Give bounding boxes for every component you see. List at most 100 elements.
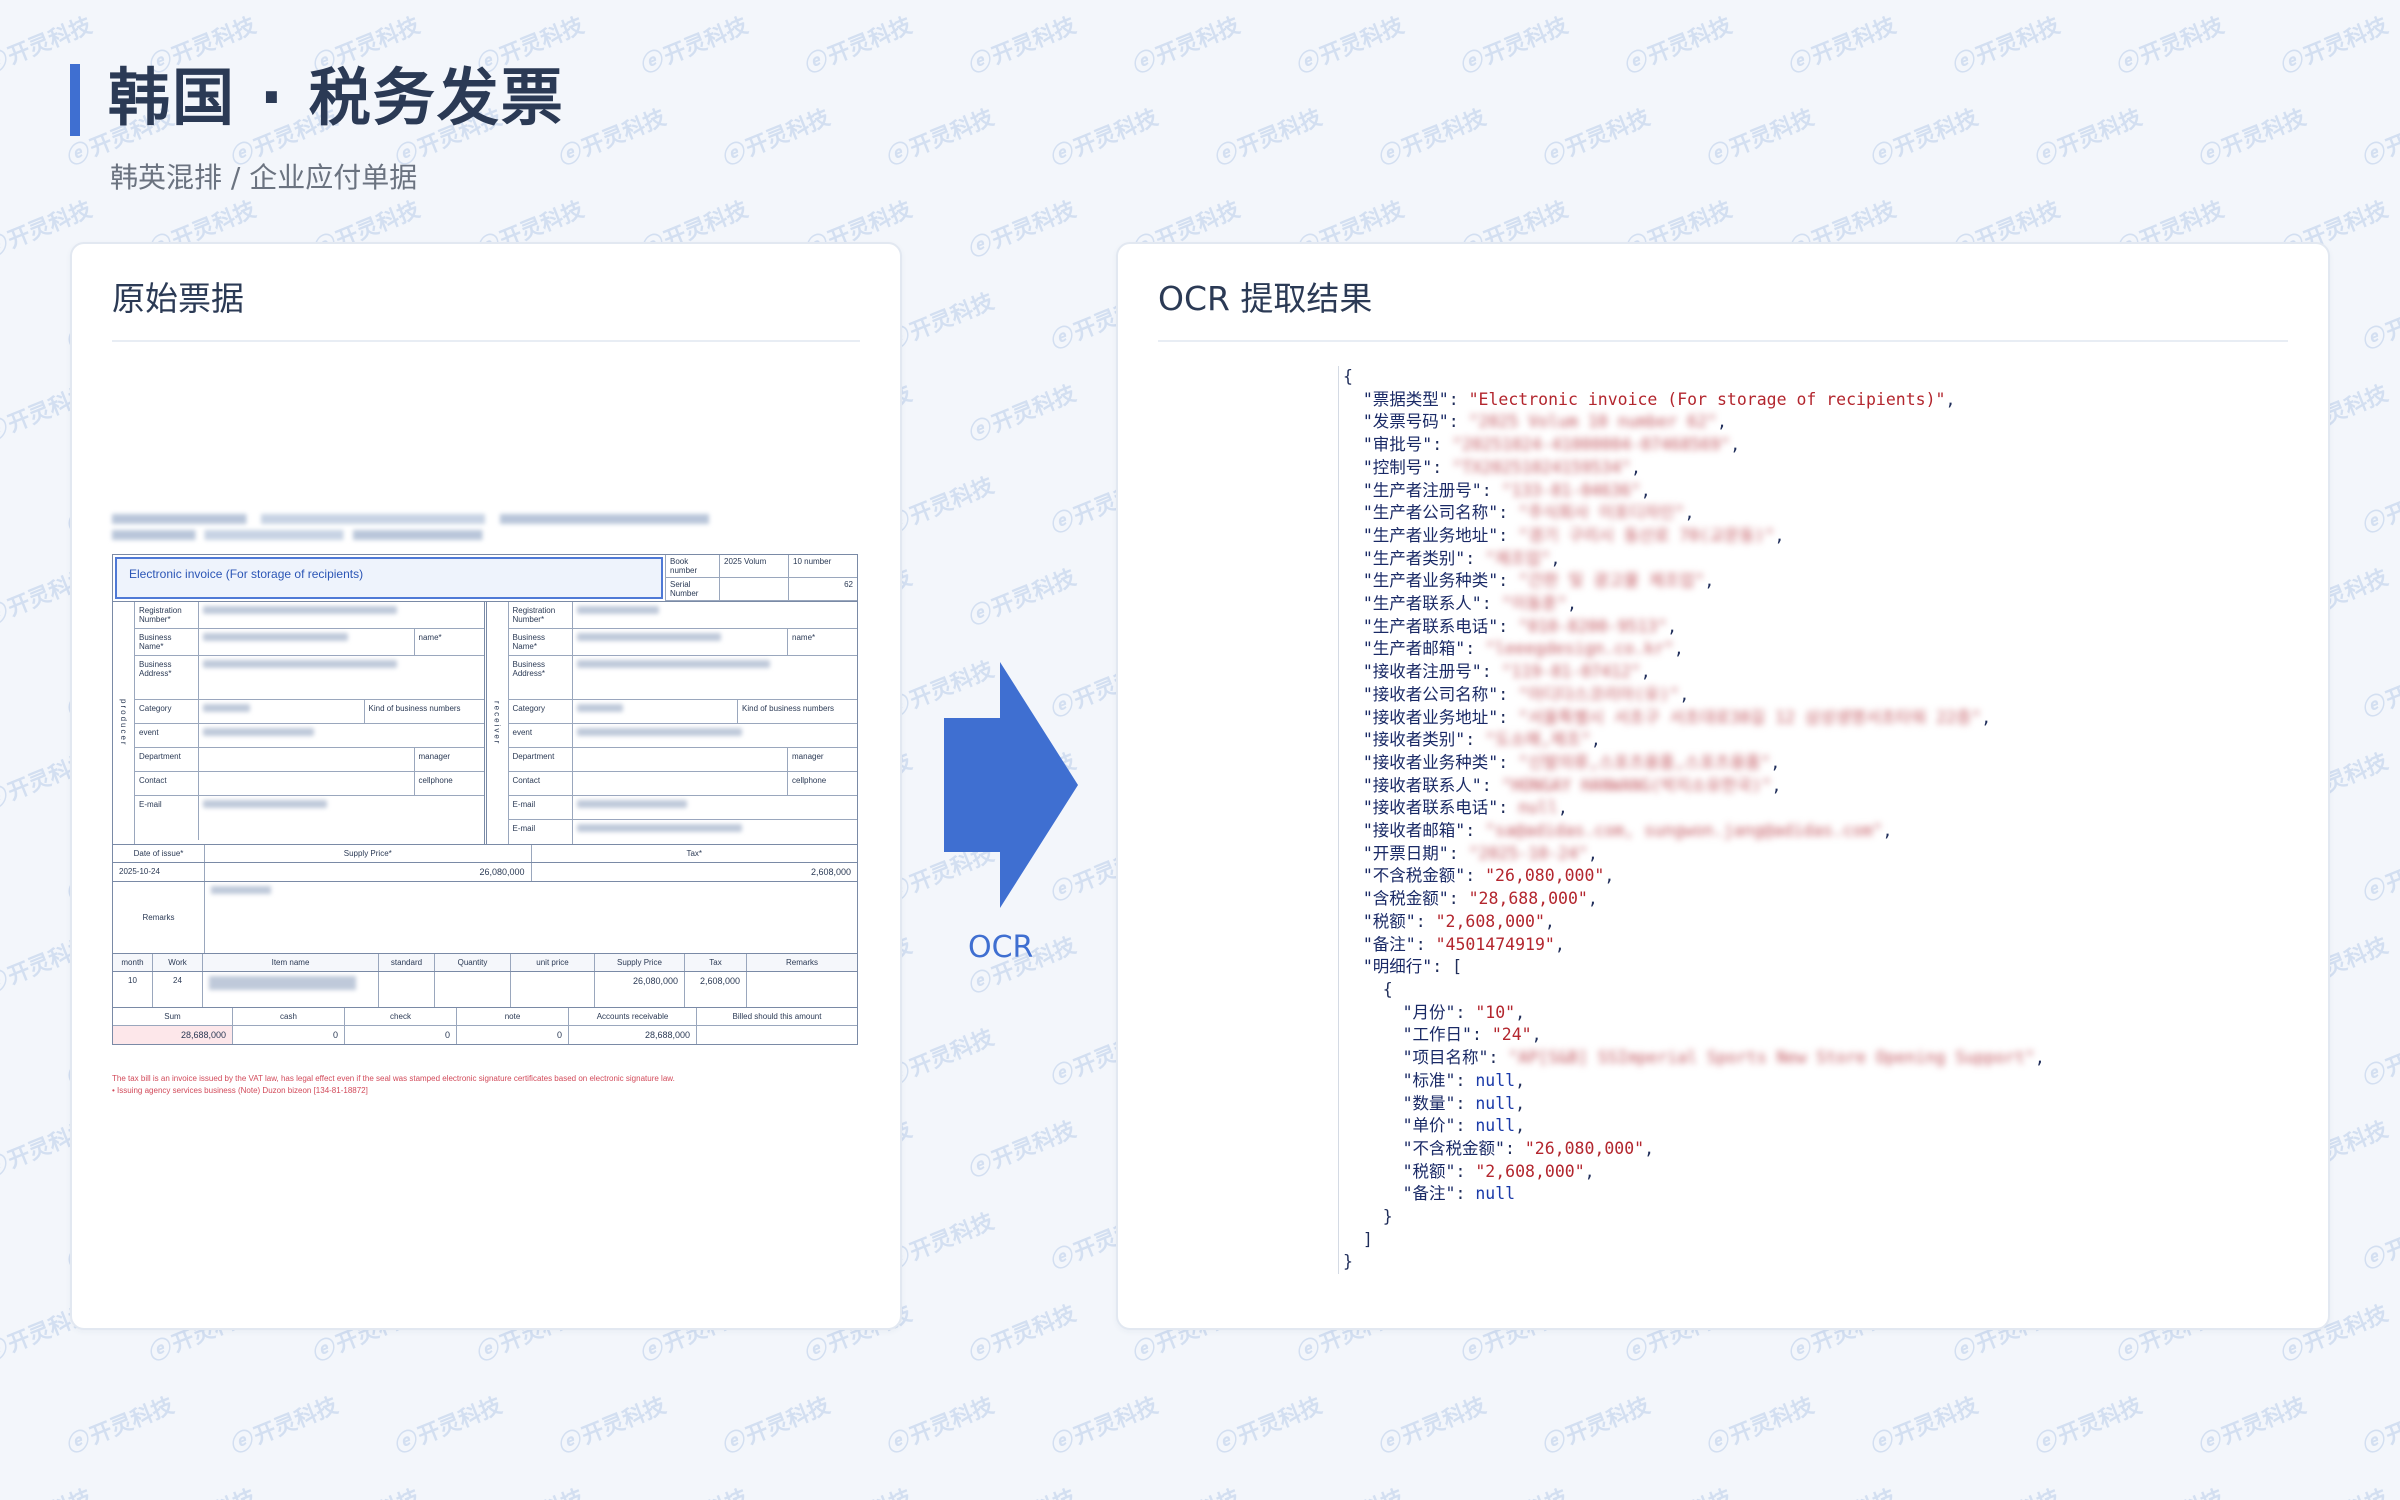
json-key: "生产者邮箱" (1362, 639, 1466, 659)
json-key: "备注" (1362, 934, 1416, 954)
json-key: "单价" (1402, 1116, 1456, 1136)
label: E-mail (509, 820, 573, 844)
label: Item name (203, 954, 379, 971)
json-value: null (1475, 1093, 1516, 1113)
code-line: "接收者注册号": "119-81-07412", (1362, 662, 1651, 682)
watermark: ⓔ开灵科技 (1292, 13, 1408, 80)
json-value: "leeegdesign.co.kr" (1485, 639, 1674, 659)
json-value: "AP[S&B] SSImperial Sports New Store Ope… (1508, 1048, 2035, 1068)
watermark: ⓔ开灵科技 (1618, 1480, 1736, 1500)
code-line: "接收者类别": "도소매,제조", (1362, 730, 1601, 750)
invoice-image: Electronic invoice (For storage of recip… (112, 508, 858, 1097)
json-key: "接收者邮箱" (1362, 821, 1466, 841)
code-line: "项目名称": "AP[S&B] SSImperial Sports New S… (1402, 1048, 2045, 1068)
label: event (135, 724, 199, 747)
json-key: "不含税金额" (1402, 1138, 1505, 1158)
json-value: "20251024-41000004-07468569" (1452, 435, 1731, 455)
invoice-tax: 2,608,000 (810, 867, 851, 877)
watermark: ⓔ开灵科技 (306, 1480, 424, 1500)
code-line: ] (1362, 1229, 1373, 1249)
label: Date of issue* (113, 845, 205, 862)
total-note: 0 (457, 1026, 569, 1044)
json-key: "生产者类别" (1362, 548, 1466, 568)
json-value: null (1475, 1070, 1516, 1090)
ocr-json-output: { "票据类型": "Electronic invoice (For stora… (1338, 366, 2045, 1275)
watermark: ⓔ开灵科技 (2358, 105, 2400, 172)
label: Billed should this amount (732, 1012, 822, 1021)
watermark: ⓔ开灵科技 (718, 105, 834, 172)
json-key: "含税金额" (1362, 889, 1449, 909)
code-line: "标准": null, (1402, 1070, 1526, 1090)
page-title: 韩国 · 税务发票 (108, 61, 565, 134)
code-line: "生产者公司名称": "주식회사 이포디자인", (1362, 503, 1695, 523)
json-value: "2025 Volum 10 number 62" (1468, 412, 1717, 432)
total-check: 0 (345, 1026, 457, 1044)
producer-side-label: producer (113, 602, 135, 844)
code-line: "接收者业务种类": "신발의류,스포츠용품,스포츠용품", (1362, 752, 1781, 772)
label: month (113, 954, 153, 971)
watermark: ⓔ开灵科技 (1046, 1393, 1162, 1460)
code-line: } (1343, 1252, 1353, 1272)
invoice-date: 2025-10-24 (113, 863, 205, 881)
watermark: ⓔ开灵科技 (882, 1393, 998, 1460)
label: Accounts receivable (569, 1008, 697, 1025)
watermark: ⓔ开灵科技 (2358, 1209, 2400, 1276)
code-line: "月份": "10", (1402, 1002, 1526, 1022)
serial-number-label: Serial Number (665, 578, 719, 601)
json-value: "신발의류,스포츠용품,스포츠용품" (1518, 752, 1771, 772)
code-line: "含税金额": "28,688,000", (1362, 889, 1598, 909)
code-line: "备注": "4501474919", (1362, 934, 1565, 954)
label: Department (509, 748, 573, 771)
watermark: ⓔ开灵科技 (2358, 657, 2400, 724)
json-value: "010-8200-9513" (1518, 616, 1668, 636)
code-line: "税额": "2,608,000", (1402, 1161, 1595, 1181)
json-key: "月份" (1402, 1002, 1456, 1022)
watermark: ⓔ开灵科技 (1374, 105, 1490, 172)
watermark: ⓔ开灵科技 (390, 1393, 506, 1460)
json-key: "接收者联系电话" (1362, 798, 1499, 818)
json-key: "票据类型" (1362, 389, 1449, 409)
code-line: "不含税金额": "26,080,000", (1402, 1138, 1655, 1158)
watermark: ⓔ开灵科技 (2030, 1393, 2146, 1460)
json-key: "控制号" (1362, 457, 1433, 477)
label: Business Address* (509, 656, 573, 699)
receiver-block: receiver Registration Number* Business N… (483, 602, 857, 844)
json-key: "接收者注册号" (1362, 662, 1482, 682)
invoice-approval-line (112, 530, 575, 540)
watermark: ⓔ开灵科技 (2030, 105, 2146, 172)
json-key: "标准" (1402, 1070, 1456, 1090)
watermark: ⓔ开灵科技 (882, 105, 998, 172)
code-line: "明细行": [ (1362, 957, 1463, 977)
json-value: "Electronic invoice (For storage of reci… (1468, 389, 1946, 409)
watermark: ⓔ开灵科技 (142, 1480, 260, 1500)
json-key: "生产者注册号" (1362, 480, 1482, 500)
label: note (457, 1008, 569, 1025)
code-line: "接收者邮箱": "sa@adidas.com, sungwon.jang@ad… (1362, 821, 1893, 841)
line-tax: 2,608,000 (685, 972, 747, 1007)
watermark: ⓔ开灵科技 (1454, 1480, 1572, 1500)
json-key: "生产者公司名称" (1362, 503, 1499, 523)
arrow-right-icon (944, 662, 1078, 908)
json-value: "간판 및 광고물 제조업" (1518, 571, 1705, 591)
code-line: "开票日期": "2025-10-24", (1362, 843, 1598, 863)
label: Contact (135, 772, 199, 795)
json-key: "发票号码" (1362, 412, 1449, 432)
watermark: ⓔ开灵科技 (226, 1393, 342, 1460)
json-key: "接收者业务种类" (1362, 752, 1499, 772)
code-line: "数量": null, (1402, 1093, 1526, 1113)
watermark: ⓔ开灵科技 (1782, 1480, 1900, 1500)
watermark: ⓔ开灵科技 (2194, 1393, 2310, 1460)
line-work: 24 (153, 972, 203, 1007)
code-line: "接收者联系电话": null, (1362, 798, 1568, 818)
footnote-line: The tax bill is an invoice issued by the… (112, 1074, 675, 1083)
label: name* (413, 629, 484, 655)
label: Supply Price (595, 954, 685, 971)
watermark: ⓔ开灵科技 (2358, 1025, 2400, 1092)
json-key: "生产者业务地址" (1362, 525, 1499, 545)
label: cellphone (413, 772, 484, 795)
label: Work (153, 954, 203, 971)
code-line: "生产者邮箱": "leeegdesign.co.kr", (1362, 639, 1684, 659)
json-key: "接收者联系人" (1362, 775, 1482, 795)
invoice-approval-line (112, 514, 858, 524)
watermark: ⓔ开灵科技 (964, 1117, 1080, 1184)
